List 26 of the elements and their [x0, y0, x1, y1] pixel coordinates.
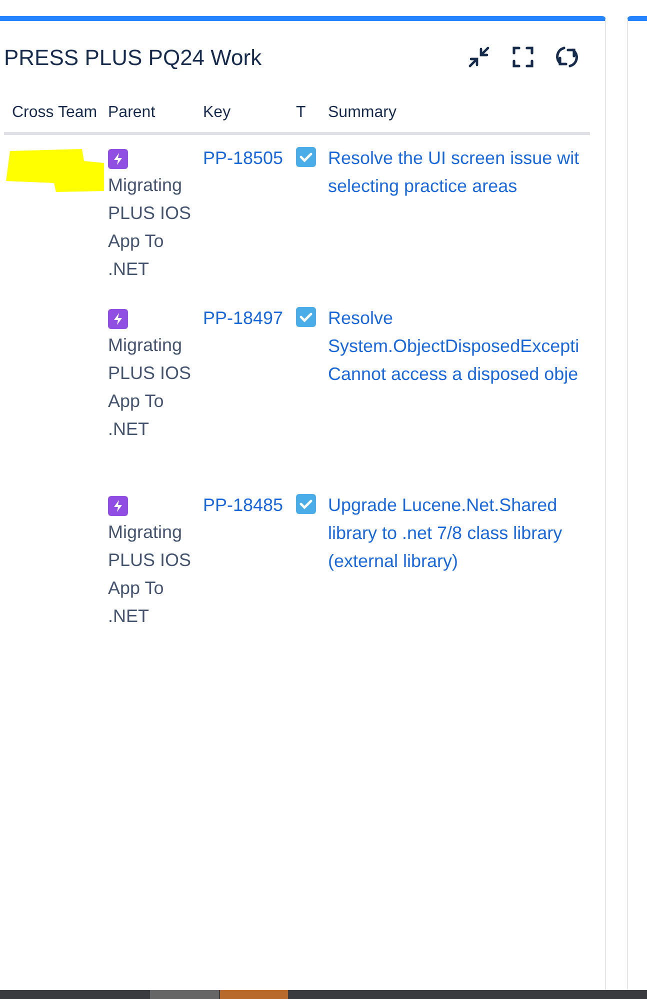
issue-key-link[interactable]: PP-18497 — [203, 308, 284, 328]
epic-icon — [108, 309, 128, 329]
collapse-icon[interactable] — [467, 45, 492, 69]
refresh-icon[interactable] — [555, 45, 580, 69]
issue-key-link[interactable]: PP-18485 — [203, 495, 284, 515]
column-header[interactable]: Parent — [108, 100, 203, 124]
summary-link[interactable]: selecting practice areas — [328, 172, 518, 200]
summary-link[interactable]: Resolve — [328, 304, 394, 332]
parent-link[interactable]: Migrating PLUS IOS App To .NET — [108, 171, 196, 283]
panel-title: PRESS PLUS PQ24 Work — [3, 44, 263, 72]
summary-link[interactable]: Resolve the UI screen issue wit — [328, 144, 580, 172]
summary-link[interactable]: (external library) — [328, 547, 458, 575]
parent-link[interactable]: Migrating PLUS IOS App To .NET — [108, 331, 196, 443]
column-header[interactable]: Key — [203, 100, 296, 124]
epic-icon — [108, 149, 128, 169]
summary-link[interactable]: System.ObjectDisposedExcepti — [328, 332, 580, 360]
summary-link[interactable]: Upgrade Lucene.Net.Shared — [328, 491, 558, 519]
epic-icon — [108, 496, 128, 516]
summary-link[interactable]: Cannot access a disposed obje — [328, 360, 578, 388]
parent-link[interactable]: Migrating PLUS IOS App To .NET — [108, 518, 196, 630]
column-header[interactable]: Cross Team — [4, 100, 108, 124]
summary-link[interactable]: library to .net 7/8 class library — [328, 519, 562, 547]
fullscreen-icon[interactable] — [511, 45, 536, 69]
column-header[interactable]: Summary — [328, 100, 590, 124]
column-header[interactable]: T — [296, 100, 328, 124]
issue-key-link[interactable]: PP-18505 — [203, 148, 284, 168]
